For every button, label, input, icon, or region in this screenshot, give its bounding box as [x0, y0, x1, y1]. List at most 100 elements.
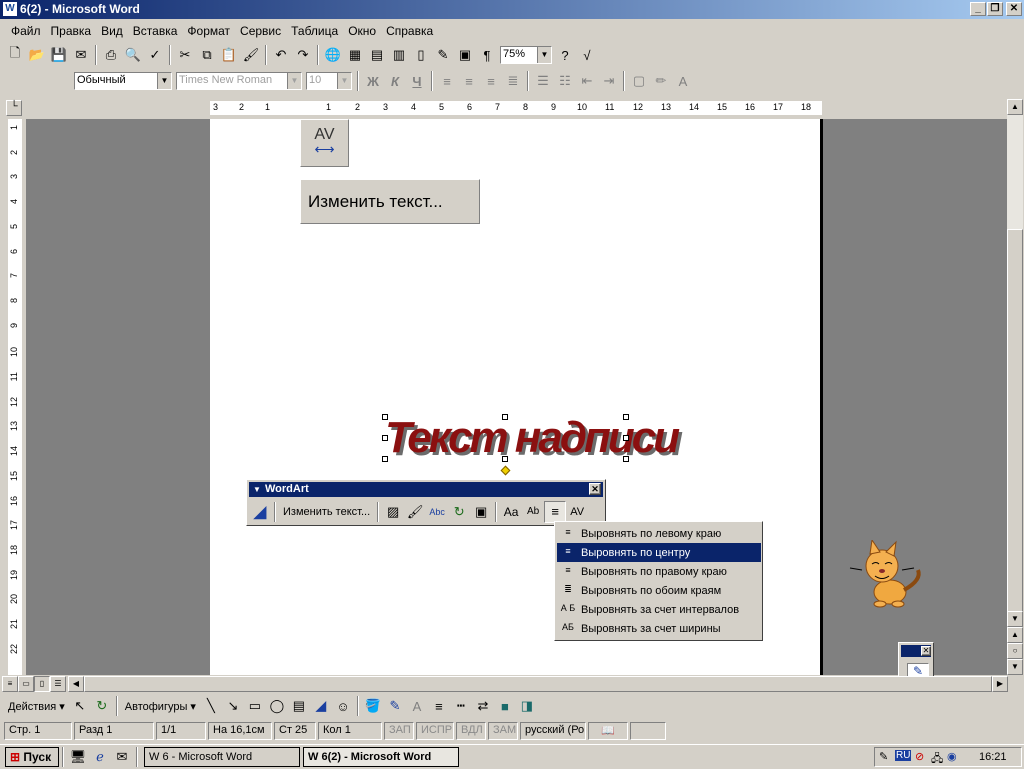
redo-icon[interactable]: ↷ [292, 44, 314, 66]
status-track[interactable]: ИСПР [416, 722, 454, 740]
scroll-thumb[interactable] [84, 676, 992, 692]
justify-icon[interactable]: ≣ [502, 70, 524, 92]
select-objects-icon[interactable]: ↖ [69, 695, 91, 717]
close-icon[interactable]: ✕ [589, 483, 601, 495]
resize-handle[interactable] [502, 456, 508, 462]
menu-format[interactable]: Формат [182, 24, 235, 38]
scroll-up-icon[interactable]: ▲ [1007, 99, 1023, 115]
oval-icon[interactable]: ◯ [266, 695, 288, 717]
new-document-icon[interactable]: 🗋 [4, 44, 26, 66]
resize-handle[interactable] [623, 435, 629, 441]
network-icon[interactable]: 🖧 [931, 750, 943, 769]
zoom-select[interactable]: 75% ▼ [500, 46, 552, 64]
prev-page-icon[interactable]: ▲ [1007, 627, 1023, 643]
line-color-icon[interactable]: ✎ [384, 695, 406, 717]
restore-button[interactable]: ❐ [987, 2, 1003, 16]
arrow-style-icon[interactable]: ⇄ [472, 695, 494, 717]
close-button[interactable]: ✕ [1006, 2, 1022, 16]
resize-handle[interactable] [623, 414, 629, 420]
resize-handle[interactable] [382, 414, 388, 420]
menu-item-stretch-justify[interactable]: АБ Выровнять за счет ширины [557, 619, 761, 638]
next-page-icon[interactable]: ▼ [1007, 659, 1023, 675]
wordart-shape-icon[interactable]: Abc [426, 501, 448, 523]
copy-icon[interactable]: ⧉ [196, 44, 218, 66]
alignment-button[interactable]: ≡ [544, 500, 567, 523]
align-right-icon[interactable]: ≡ [480, 70, 502, 92]
table-icon[interactable]: ▦ [344, 44, 366, 66]
decrease-indent-icon[interactable]: ⇤ [576, 70, 598, 92]
spelling-icon[interactable]: ✓ [144, 44, 166, 66]
minimize-button[interactable]: _ [970, 2, 986, 16]
status-record[interactable]: ЗАП [384, 722, 414, 740]
tab-selector[interactable]: └ [6, 100, 22, 116]
free-rotate-icon[interactable]: ↻ [448, 501, 470, 523]
text-wrapping-icon[interactable]: ▣ [470, 501, 492, 523]
menu-item-justify[interactable]: ≣ Выровнять по обоим краям [557, 581, 761, 600]
help-icon[interactable]: ? [554, 44, 576, 66]
tray-icon[interactable]: ✎ [879, 750, 888, 763]
dash-style-icon[interactable]: ┅ [450, 695, 472, 717]
status-overtype[interactable]: ЗАМ [488, 722, 518, 740]
format-painter-icon[interactable]: 🖌 [240, 44, 262, 66]
save-icon[interactable]: 💾 [48, 44, 70, 66]
actions-button[interactable]: Действия ▾ [4, 700, 69, 713]
menu-item-align-left[interactable]: ≡ Выровнять по левому краю [557, 524, 761, 543]
open-folder-icon[interactable]: 📂 [26, 44, 48, 66]
columns-icon[interactable]: ▯ [410, 44, 432, 66]
menu-help[interactable]: Справка [381, 24, 438, 38]
document-map-icon[interactable]: ▣ [454, 44, 476, 66]
menu-window[interactable]: Окно [343, 24, 381, 38]
wordart-gallery-icon[interactable]: ▨ [382, 501, 404, 523]
language-indicator[interactable]: RU [895, 750, 912, 761]
resize-handle[interactable] [382, 456, 388, 462]
same-letter-heights-button[interactable]: Aa [500, 501, 522, 523]
office-assistant-cat-icon[interactable] [842, 540, 930, 608]
status-extend[interactable]: ВДЛ [456, 722, 486, 740]
scroll-left-icon[interactable]: ◀ [68, 676, 84, 692]
scroll-down-icon[interactable]: ▼ [1007, 611, 1023, 627]
status-language[interactable]: русский (Ро [520, 722, 586, 740]
style-select[interactable]: Обычный ▼ [74, 72, 172, 90]
messenger-icon[interactable]: ◉ [947, 750, 957, 763]
equation-icon[interactable]: √ [576, 44, 598, 66]
scroll-right-icon[interactable]: ▶ [992, 676, 1008, 692]
align-center-icon[interactable]: ≡ [458, 70, 480, 92]
drawing-icon[interactable]: ✎ [432, 44, 454, 66]
autoshapes-button[interactable]: Автофигуры ▾ [121, 700, 200, 713]
menu-item-letter-justify[interactable]: А Б Выровнять за счет интервалов [557, 600, 761, 619]
font-color-icon[interactable]: A [406, 695, 428, 717]
menu-table[interactable]: Таблица [286, 24, 343, 38]
permission-icon[interactable]: ✉ [70, 44, 92, 66]
numbering-icon[interactable]: ☰ [532, 70, 554, 92]
clock[interactable]: 16:21 [979, 751, 1007, 763]
vertical-scrollbar[interactable]: ▲ ▼ ▲ ○ ▼ [1007, 99, 1023, 675]
print-icon[interactable]: ⎙ [100, 44, 122, 66]
horizontal-scrollbar[interactable]: ◀ ▶ [68, 676, 1008, 692]
close-icon[interactable]: ✕ [921, 646, 931, 656]
normal-view-icon[interactable]: ≡ [2, 676, 18, 692]
font-select[interactable]: Times New Roman ▼ [176, 72, 302, 90]
paste-icon[interactable]: 📋 [218, 44, 240, 66]
rectangle-icon[interactable]: ▭ [244, 695, 266, 717]
wordart-toolbar-title[interactable]: ▼ WordArt ✕ [249, 482, 603, 497]
font-size-select[interactable]: 10 ▼ [306, 72, 352, 90]
insert-wordart-icon[interactable]: ◢ [249, 501, 271, 523]
vertical-text-button[interactable]: Аb [522, 501, 544, 523]
print-preview-icon[interactable]: 🔍 [122, 44, 144, 66]
print-layout-icon[interactable]: ▯ [34, 676, 50, 692]
edit-text-button[interactable]: Изменить текст... [279, 506, 374, 518]
menu-insert[interactable]: Вставка [128, 24, 183, 38]
chevron-down-icon[interactable]: ▼ [253, 482, 261, 497]
taskbar-item-doc6[interactable]: W 6 - Microsoft Word [144, 746, 300, 767]
menu-view[interactable]: Вид [96, 24, 128, 38]
show-hide-icon[interactable]: ¶ [476, 44, 498, 66]
highlight-icon[interactable]: ✏ [650, 70, 672, 92]
insert-wordart-icon[interactable]: ◢ [310, 695, 332, 717]
resize-handle[interactable] [623, 456, 629, 462]
menu-file[interactable]: Файл [6, 24, 46, 38]
resize-handle[interactable] [502, 414, 508, 420]
wordart-object[interactable]: Текст надписи [382, 413, 680, 476]
spelling-status-icon[interactable]: 📖 [588, 722, 628, 740]
scroll-thumb[interactable] [1007, 229, 1023, 669]
ie-icon[interactable]: ℯ [89, 746, 111, 768]
